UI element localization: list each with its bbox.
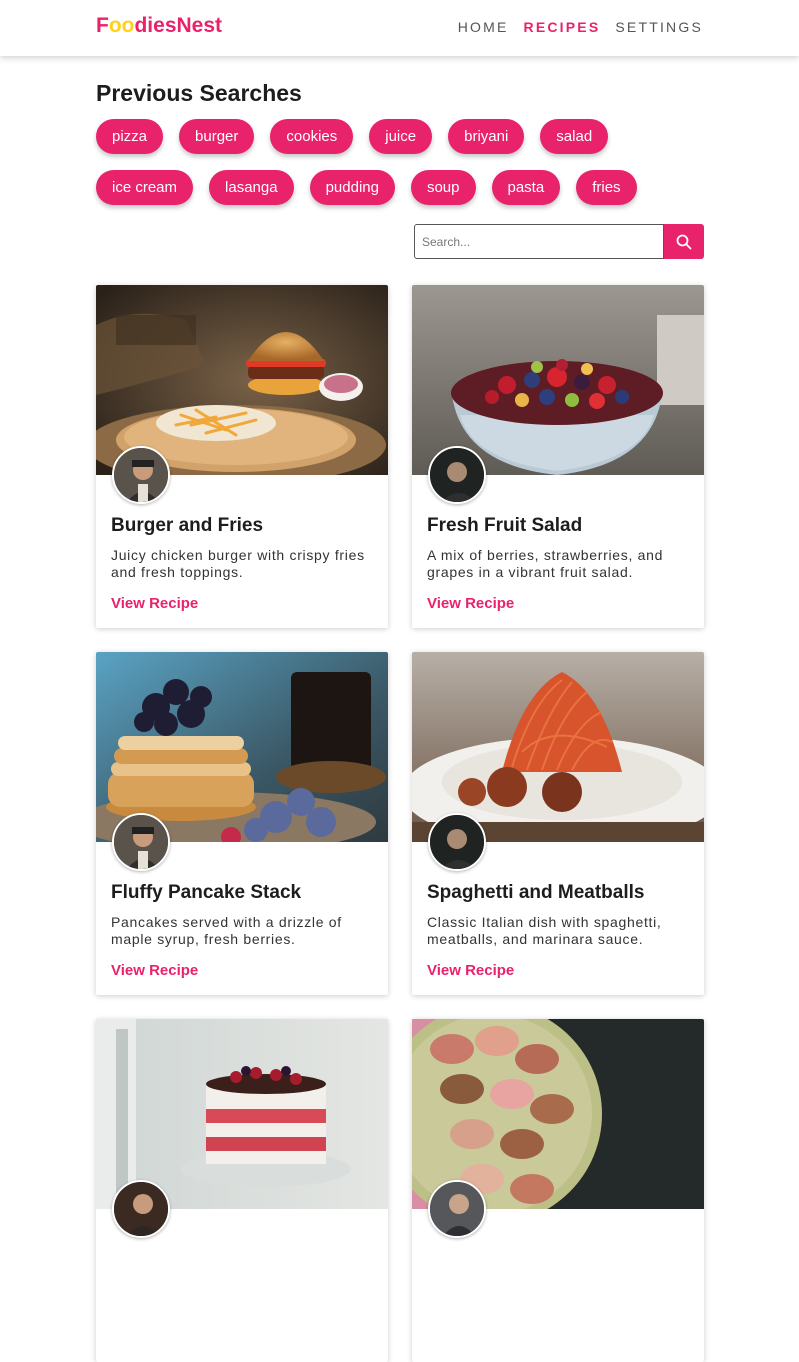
- search-button[interactable]: [664, 224, 704, 259]
- chef-avatar: [112, 813, 170, 871]
- recipe-card: [412, 1019, 704, 1362]
- recipe-card: Spaghetti and Meatballs Classic Italian …: [412, 652, 704, 995]
- search-chip[interactable]: pasta: [491, 170, 561, 205]
- view-recipe-link[interactable]: View Recipe: [111, 962, 198, 979]
- logo-part-2: oo: [108, 14, 135, 37]
- search-input[interactable]: [414, 224, 664, 259]
- search-chip[interactable]: lasanga: [209, 170, 294, 205]
- search-chip[interactable]: soup: [410, 170, 476, 205]
- search-chip[interactable]: pudding: [309, 170, 395, 205]
- recipe-card: [96, 1019, 388, 1362]
- recipe-card: Fresh Fruit Salad A mix of berries, stra…: [412, 285, 704, 628]
- nav-recipes[interactable]: RECIPES: [524, 19, 601, 35]
- search-chip[interactable]: pizza: [96, 119, 164, 154]
- recipe-card: Fluffy Pancake Stack Pancakes served wit…: [96, 652, 388, 995]
- nav-settings[interactable]: SETTINGS: [615, 19, 703, 35]
- recipe-title: Fresh Fruit Salad: [427, 515, 583, 536]
- search-chip[interactable]: briyani: [448, 119, 525, 154]
- recipe-title: Fluffy Pancake Stack: [111, 882, 302, 903]
- chef-avatar: [428, 813, 486, 871]
- search-chip[interactable]: cookies: [270, 119, 354, 154]
- previous-searches-row-2: ice cream lasanga pudding soup pasta fri…: [96, 170, 653, 205]
- recipe-description: A mix of berries, strawberries, and grap…: [427, 547, 664, 580]
- recipe-description: Classic Italian dish with spaghetti, mea…: [427, 914, 662, 947]
- search-icon: [676, 234, 692, 249]
- search-chip[interactable]: juice: [369, 119, 433, 154]
- recipe-title: Spaghetti and Meatballs: [427, 882, 645, 903]
- nav-home[interactable]: HOME: [458, 19, 509, 35]
- navbar: FoodiesNest HOME RECIPES SETTINGS: [0, 0, 799, 56]
- view-recipe-link[interactable]: View Recipe: [427, 962, 514, 979]
- logo[interactable]: FoodiesNest: [96, 14, 222, 38]
- search-chip[interactable]: salad: [540, 119, 609, 154]
- main-nav: HOME RECIPES SETTINGS: [443, 19, 703, 35]
- recipe-title: Burger and Fries: [111, 515, 264, 536]
- chef-avatar: [112, 446, 170, 504]
- search-bar: [414, 224, 704, 259]
- logo-part-1: F: [96, 14, 109, 37]
- view-recipe-link[interactable]: View Recipe: [427, 595, 514, 612]
- recipe-description: Juicy chicken burger with crispy fries a…: [111, 547, 365, 580]
- chef-avatar: [112, 1180, 170, 1238]
- chef-avatar: [428, 1180, 486, 1238]
- previous-searches-row-1: pizza burger cookies juice briyani salad: [96, 119, 624, 154]
- search-chip[interactable]: fries: [576, 170, 637, 205]
- previous-searches-title: Previous Searches: [96, 80, 302, 106]
- search-chip[interactable]: ice cream: [96, 170, 194, 205]
- view-recipe-link[interactable]: View Recipe: [111, 595, 198, 612]
- chef-avatar: [428, 446, 486, 504]
- recipe-description: Pancakes served with a drizzle of maple …: [111, 914, 342, 947]
- search-chip[interactable]: burger: [179, 119, 255, 154]
- recipe-card: Burger and Fries Juicy chicken burger wi…: [96, 285, 388, 628]
- logo-part-3: diesNest: [134, 14, 223, 37]
